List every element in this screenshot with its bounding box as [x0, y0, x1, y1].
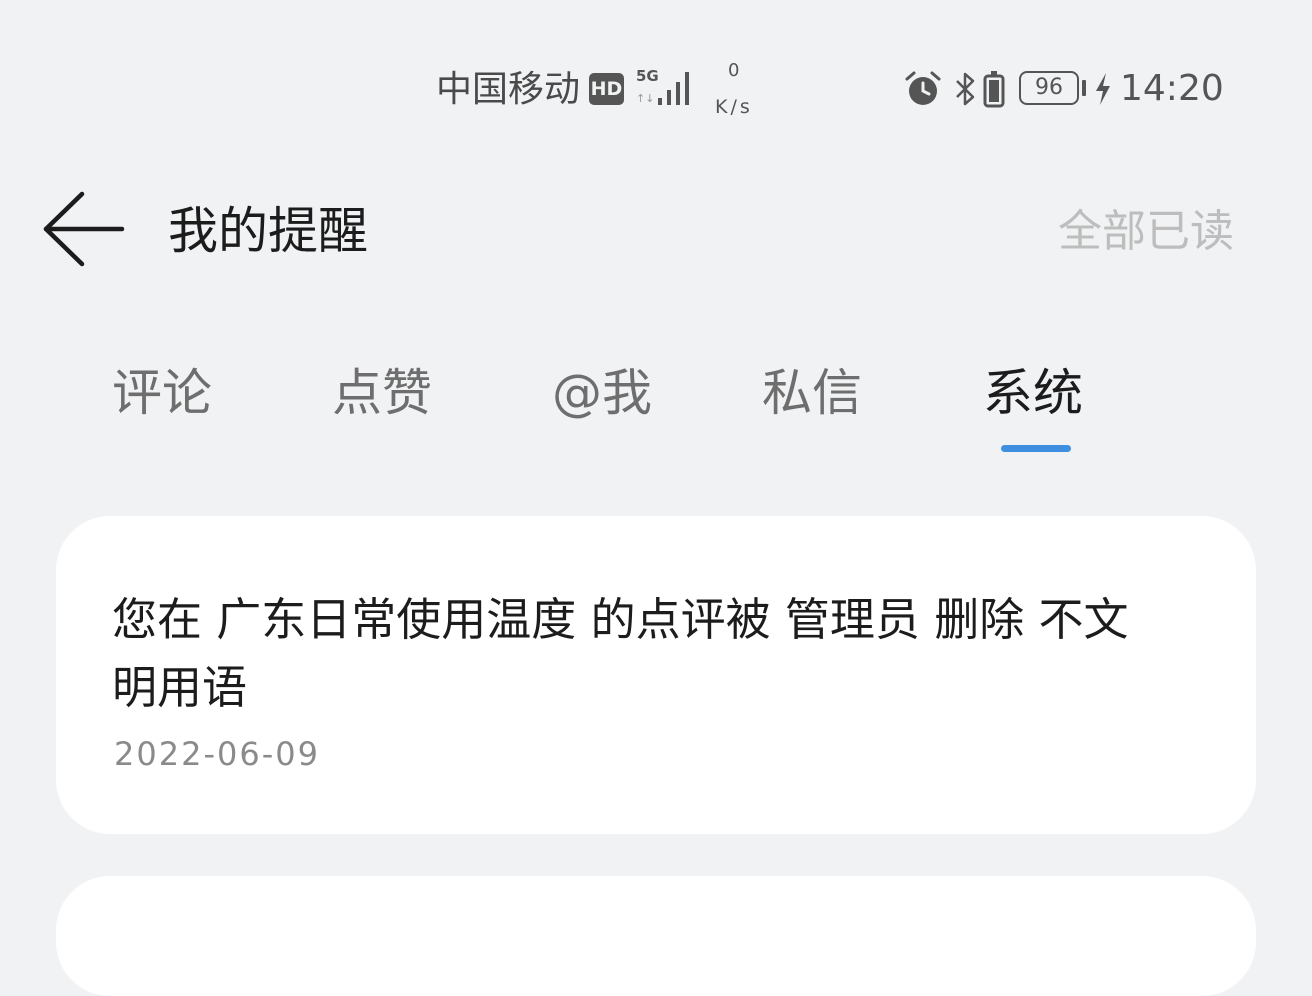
battery-level: 96	[1035, 75, 1063, 100]
alarm-icon	[905, 71, 941, 105]
tab-likes[interactable]: 点赞	[332, 360, 432, 426]
notification-card-partial[interactable]	[56, 876, 1256, 996]
battery-icon: 96	[1019, 71, 1079, 105]
network-activity-icon: ↑↓	[636, 92, 655, 105]
net-speed-unit: K/s	[715, 96, 753, 118]
notification-message: 您在 广东日常使用温度 的点评被 管理员 删除 不文明用语	[112, 593, 1129, 714]
tab-comments[interactable]: 评论	[112, 360, 212, 426]
tab-mentions[interactable]: @我	[552, 360, 652, 426]
active-tab-indicator	[1001, 445, 1071, 452]
battery-tip	[1082, 80, 1086, 96]
net-speed-value: 0	[728, 60, 740, 81]
carrier-name: 中国移动	[436, 69, 581, 110]
tab-private-messages[interactable]: 私信	[762, 360, 862, 426]
vibrate-icon	[983, 71, 1005, 108]
status-bar: 中国移动 HD 5G ↑↓ 0 K/s 96 14:20	[0, 0, 1312, 150]
bluetooth-icon	[956, 72, 975, 106]
signal-strength-icon	[658, 72, 689, 105]
arrow-left-icon	[43, 191, 125, 267]
notification-card[interactable]: 您在 广东日常使用温度 的点评被 管理员 删除 不文明用语 2022-06-09	[56, 516, 1256, 834]
mark-all-read-button[interactable]: 全部已读	[1058, 204, 1234, 260]
page-title: 我的提醒	[168, 202, 368, 260]
tab-system[interactable]: 系统	[983, 360, 1083, 426]
tab-bar: 评论 点赞 @我 私信 系统	[0, 350, 1312, 460]
notification-date: 2022-06-09	[114, 735, 320, 773]
hd-badge: HD	[589, 73, 624, 105]
charging-icon	[1096, 73, 1110, 105]
back-button[interactable]	[40, 188, 126, 270]
clock: 14:20	[1120, 68, 1224, 109]
